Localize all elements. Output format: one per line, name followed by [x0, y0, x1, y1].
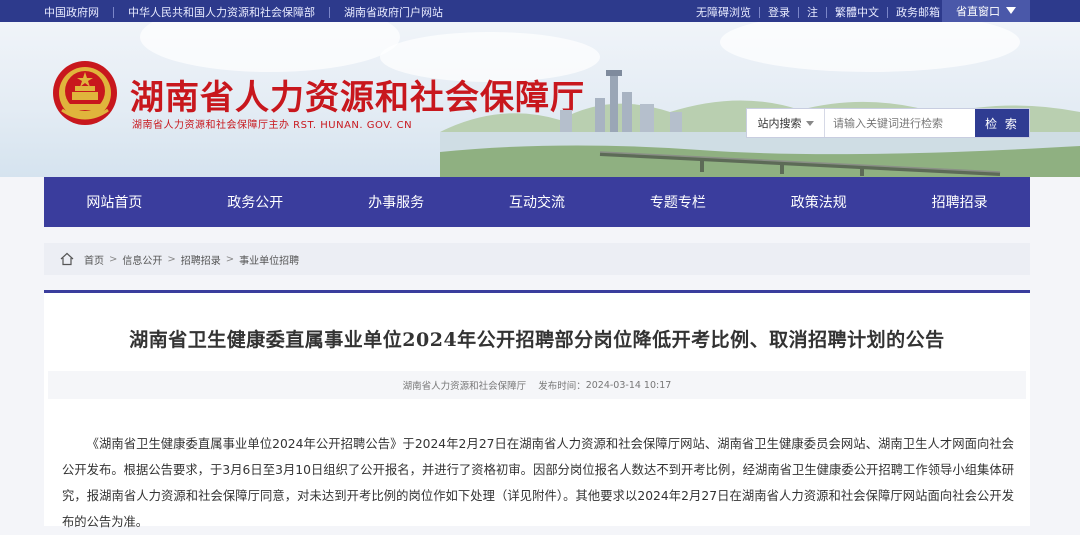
chevron-down-icon	[805, 120, 814, 126]
breadcrumb-separator: >	[225, 253, 235, 265]
divider	[113, 6, 114, 18]
breadcrumb-separator: >	[167, 253, 176, 265]
divider	[798, 6, 799, 18]
header-banner: 湖南省人力资源和社会保障厅 湖南省人力资源和社会保障厅主办 RST. HUNAN…	[0, 22, 1080, 177]
national-emblem-icon	[53, 61, 117, 125]
article-title: 湖南省卫生健康委直属事业单位2024年公开招聘部分岗位降低开考比例、取消招聘计划…	[129, 329, 945, 351]
site-search: 站内搜索 检 索	[746, 108, 1030, 138]
accessibility-link[interactable]: 无障碍浏览	[696, 4, 751, 20]
divider	[329, 6, 330, 18]
breadcrumb-institution-recruitment[interactable]: 事业单位招聘	[239, 252, 299, 267]
nav-item-home[interactable]: 网站首页	[44, 177, 185, 227]
link-gov-cn[interactable]: 中国政府网	[44, 4, 99, 20]
breadcrumb-separator: >	[109, 253, 118, 265]
search-scope-label: 站内搜索	[757, 117, 802, 130]
nav-item-policies[interactable]: 政策法规	[748, 177, 889, 227]
nav-item-services[interactable]: 办事服务	[326, 177, 467, 227]
utility-links: 无障碍浏览 登录 注 繁體中文 政务邮箱	[696, 4, 940, 20]
provincial-window-dropdown[interactable]: 省直窗口	[942, 0, 1030, 22]
publish-time: 2024-03-14 10:17	[585, 379, 672, 391]
link-mohrss[interactable]: 中华人民共和国人力资源和社会保障部	[128, 4, 315, 20]
nav-item-special-topics[interactable]: 专题专栏	[607, 177, 748, 227]
search-button[interactable]: 检 索	[975, 109, 1029, 137]
nav-item-gov-affairs[interactable]: 政务公开	[185, 177, 326, 227]
traditional-chinese-link[interactable]: 繁體中文	[835, 4, 879, 20]
provincial-window-label: 省直窗口	[956, 5, 1000, 18]
login-link[interactable]: 登录	[768, 4, 790, 20]
divider	[826, 6, 827, 18]
publish-time-label: 发布时间：	[538, 381, 586, 392]
search-scope-select[interactable]: 站内搜索	[747, 109, 825, 137]
site-subtitle: 湖南省人力资源和社会保障厅主办 RST. HUNAN. GOV. CN	[132, 120, 413, 131]
breadcrumb-home[interactable]: 首页	[84, 252, 104, 267]
link-hunan-gov[interactable]: 湖南省政府门户网站	[344, 4, 443, 20]
breadcrumb-recruitment[interactable]: 招聘招录	[181, 252, 221, 267]
article-source: 湖南省人力资源和社会保障厅	[402, 381, 527, 392]
article-panel: 湖南省卫生健康委直属事业单位2024年公开招聘部分岗位降低开考比例、取消招聘计划…	[44, 290, 1030, 529]
breadcrumb: 首页 > 信息公开 > 招聘招录 > 事业单位招聘	[44, 243, 1030, 275]
divider	[759, 6, 760, 18]
nav-item-interaction[interactable]: 互动交流	[467, 177, 608, 227]
article-body: 《湖南省卫生健康委直属事业单位2024年公开招聘公告》于2024年2月27日在湖…	[62, 437, 1014, 529]
caret-down-icon	[1006, 7, 1016, 14]
external-links: 中国政府网 中华人民共和国人力资源和社会保障部 湖南省政府门户网站	[44, 4, 443, 20]
gov-mail-link[interactable]: 政务邮箱	[896, 4, 940, 20]
article-meta: 湖南省人力资源和社会保障厅 发布时间： 2024-03-14 10:17	[48, 371, 1026, 399]
nav-item-recruitment[interactable]: 招聘招录	[889, 177, 1030, 227]
cloud-decoration	[140, 22, 400, 72]
top-utility-bar: 中国政府网 中华人民共和国人力资源和社会保障部 湖南省政府门户网站 无障碍浏览 …	[0, 0, 1080, 22]
divider	[887, 6, 888, 18]
main-nav: 网站首页 政务公开 办事服务 互动交流 专题专栏 政策法规 招聘招录	[44, 177, 1030, 227]
home-icon[interactable]	[60, 252, 74, 266]
register-link[interactable]: 注	[807, 4, 818, 20]
breadcrumb-info-public[interactable]: 信息公开	[122, 252, 162, 267]
search-input[interactable]	[825, 109, 975, 137]
